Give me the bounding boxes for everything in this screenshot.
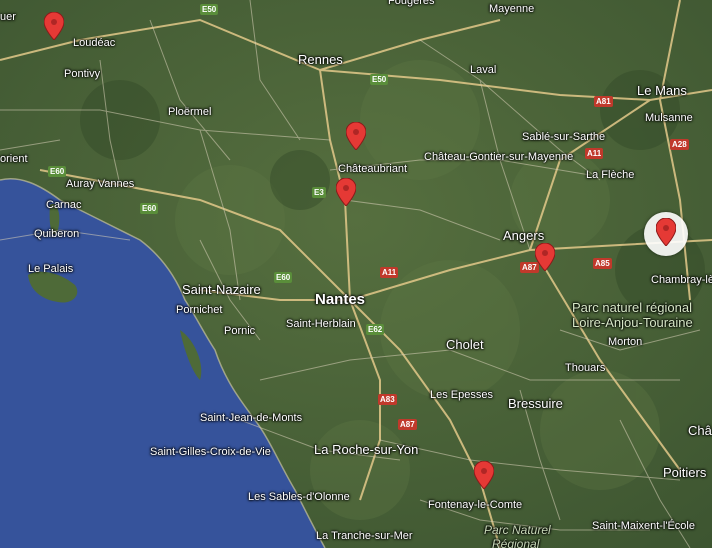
city-label-ploermel: Ploërmel — [168, 106, 212, 118]
park-marais-line2: Régional — [492, 537, 540, 548]
road-shield-e3: E3 — [312, 187, 326, 198]
city-label-saint-jean: Saint-Jean-de-Monts — [200, 412, 303, 424]
park-loire-line2: Loire-Anjou-Touraine — [572, 315, 693, 330]
city-label-chambray: Chambray-lè — [651, 274, 712, 286]
road-shield-e60-mid: E60 — [140, 203, 159, 214]
city-label-chateaubriant: Châteaubriant — [338, 163, 408, 175]
city-label-auray-vannes: Auray Vannes — [66, 178, 135, 190]
city-label-mayenne: Mayenne — [489, 3, 535, 15]
map-pin-icon[interactable] — [656, 218, 676, 246]
city-label-fougeres-top: Fougères — [388, 0, 435, 7]
road-shield-e60-nantes: E60 — [274, 272, 293, 283]
road-shield-a85: A85 — [593, 258, 612, 269]
city-label-bressuire: Bressuire — [508, 396, 563, 411]
road-shield-a81: A81 — [594, 96, 613, 107]
city-label-morton: Morton — [608, 336, 643, 348]
city-label-les-epesses: Les Epesses — [430, 389, 493, 401]
map-view[interactable]: Rennes Laval Mayenne Le Mans Mulsanne Loudéac… — [0, 0, 712, 548]
city-label-sables: Les Sables-d'Olonne — [248, 491, 350, 503]
city-label-quiberon: Quiberon — [34, 228, 80, 240]
park-marais-line1: Parc Naturel — [484, 523, 551, 537]
city-label-saint-herblain: Saint-Herblain — [286, 318, 356, 330]
city-label-thouars: Thouars — [565, 362, 606, 374]
city-label-chateau-gontier: Château-Gontier-sur-Mayenne — [424, 151, 574, 163]
city-label-loudeac: Loudéac — [73, 37, 116, 49]
selected-marker[interactable] — [644, 212, 688, 256]
city-label-saint-nazaire: Saint-Nazaire — [182, 282, 261, 297]
city-label-rennes: Rennes — [298, 52, 343, 67]
map-pin-icon[interactable] — [44, 12, 64, 40]
city-label-carnac: Carnac — [46, 199, 82, 211]
city-label-sable: Sablé-sur-Sarthe — [522, 131, 606, 143]
road-shield-e50-rennes: E50 — [370, 74, 389, 85]
road-shield-a28: A28 — [670, 139, 689, 150]
city-label-pornichet: Pornichet — [176, 304, 223, 316]
city-label-cha: Châ — [688, 423, 712, 438]
city-label-orient: orient — [0, 153, 28, 165]
city-label-angers: Angers — [503, 228, 545, 243]
road-shield-e50-top: E50 — [200, 4, 219, 15]
city-label-la-fleche: La Flèche — [586, 169, 635, 181]
city-label-la-roche: La Roche-sur-Yon — [314, 442, 419, 457]
road-shield-e60-west: E60 — [48, 166, 67, 177]
map-pin-icon[interactable] — [474, 461, 494, 489]
city-label-le-palais: Le Palais — [28, 263, 74, 275]
city-label-saint-gilles: Saint-Gilles-Croix-de-Vie — [150, 446, 271, 458]
city-label-pontivy: Pontivy — [64, 68, 101, 80]
map-pin-icon[interactable] — [535, 243, 555, 271]
city-label-uer: uer — [0, 11, 16, 23]
road-shield-a11-nantes: A11 — [380, 267, 399, 278]
city-label-fontenay: Fontenay-le-Comte — [428, 499, 523, 511]
city-label-nantes: Nantes — [315, 291, 366, 308]
map-pin-icon[interactable] — [336, 178, 356, 206]
city-label-poitiers: Poitiers — [663, 465, 707, 480]
map-pin-icon[interactable] — [346, 122, 366, 150]
road-shield-a11-top: A11 — [585, 148, 604, 159]
road-shield-e62: E62 — [366, 324, 385, 335]
city-label-saint-maixent: Saint-Maixent-l'École — [592, 520, 695, 532]
satellite-base — [0, 0, 712, 548]
road-shield-a87-south: A87 — [398, 419, 417, 430]
city-label-pornic: Pornic — [224, 325, 256, 337]
city-label-la-tranche: La Tranche-sur-Mer — [316, 530, 413, 542]
city-label-mulsanne: Mulsanne — [645, 112, 693, 124]
city-label-cholet: Cholet — [446, 337, 484, 352]
city-label-laval: Laval — [470, 64, 497, 76]
road-shield-a83: A83 — [378, 394, 397, 405]
park-loire-line1: Parc naturel régional — [572, 300, 692, 315]
city-label-le-mans: Le Mans — [637, 83, 687, 98]
